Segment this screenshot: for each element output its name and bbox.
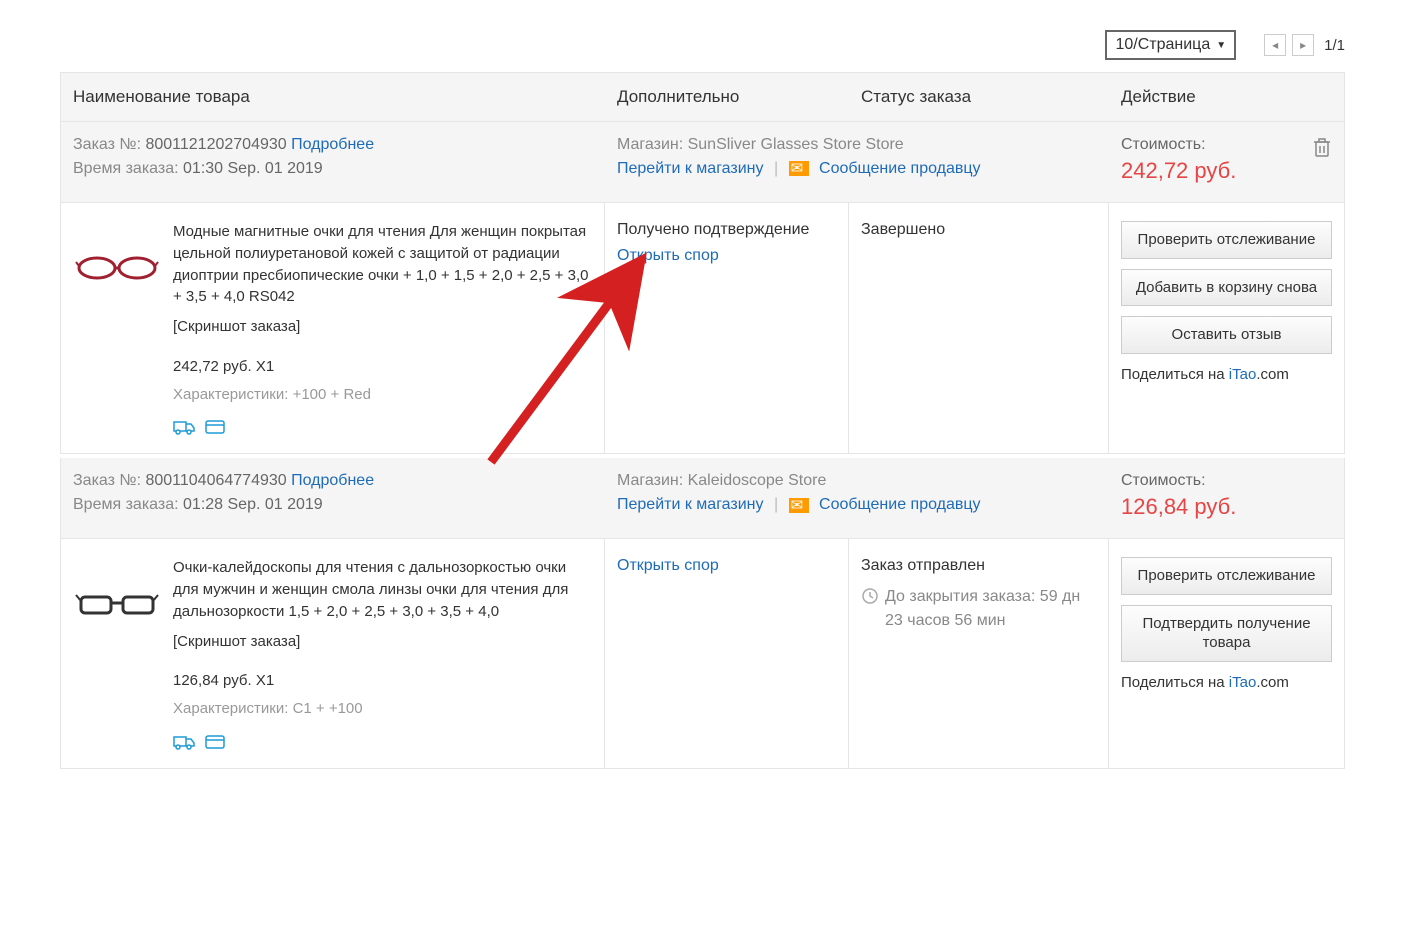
track-button[interactable]: Проверить отслеживание bbox=[1121, 557, 1332, 595]
track-button[interactable]: Проверить отслеживание bbox=[1121, 221, 1332, 259]
order-cost: Стоимость: 126,84 руб. bbox=[1109, 458, 1344, 538]
order-cost: Стоимость: 242,72 руб. bbox=[1109, 122, 1344, 202]
order-no-label: Заказ №: bbox=[73, 472, 145, 489]
cost-label: Стоимость: bbox=[1121, 136, 1236, 154]
store-label: Магазин: bbox=[617, 472, 688, 489]
product-thumb[interactable] bbox=[73, 239, 161, 297]
review-button[interactable]: Оставить отзыв bbox=[1121, 316, 1332, 354]
store-name: Kaleidoscope Store bbox=[688, 472, 827, 489]
truck-icon bbox=[173, 734, 195, 750]
order-block: Заказ №: 8001104064774930 Подробнее Врем… bbox=[60, 458, 1345, 769]
order-more-link[interactable]: Подробнее bbox=[291, 472, 374, 489]
product-title[interactable]: Модные магнитные очки для чтения Для жен… bbox=[173, 221, 592, 308]
product-title[interactable]: Очки-калейдоскопы для чтения с дальнозор… bbox=[173, 557, 592, 622]
order-store: Магазин: Kaleidoscope Store Перейти к ма… bbox=[605, 458, 1109, 538]
mail-icon bbox=[789, 498, 809, 513]
open-dispute-link[interactable]: Открыть спор bbox=[617, 247, 836, 265]
order-header: Заказ №: 8001121202704930 Подробнее Врем… bbox=[61, 122, 1344, 203]
actions-cell: Проверить отслеживание Добавить в корзин… bbox=[1109, 203, 1344, 453]
col-extra: Дополнительно bbox=[605, 73, 849, 121]
topbar: 10/Страница ▼ ◂ ▸ 1/1 bbox=[60, 20, 1345, 72]
msg-seller-link[interactable]: Сообщение продавцу bbox=[819, 496, 981, 513]
chevron-down-icon: ▼ bbox=[1216, 40, 1226, 51]
pager-prev-button[interactable]: ◂ bbox=[1264, 34, 1286, 56]
status-cell: Завершено bbox=[849, 203, 1109, 453]
order-time-label: Время заказа: bbox=[73, 160, 183, 177]
confirm-button[interactable]: Подтвердить получение товара bbox=[1121, 605, 1332, 662]
order-id: 8001121202704930 bbox=[145, 136, 286, 153]
pager-label: 1/1 bbox=[1324, 37, 1345, 54]
price-qty: 242,72 руб. X1 bbox=[173, 356, 592, 378]
order-body: Очки-калейдоскопы для чтения с дальнозор… bbox=[61, 539, 1344, 768]
pager-next-button[interactable]: ▸ bbox=[1292, 34, 1314, 56]
per-page-label: 10/Страница bbox=[1115, 36, 1210, 54]
go-store-link[interactable]: Перейти к магазину bbox=[617, 160, 764, 177]
shipping-icons bbox=[173, 419, 592, 435]
order-id: 8001104064774930 bbox=[145, 472, 286, 489]
extra-cell: Получено подтверждение Открыть спор bbox=[605, 203, 849, 453]
cost-value: 242,72 руб. bbox=[1121, 158, 1236, 184]
trash-icon[interactable] bbox=[1312, 136, 1332, 162]
status-cell: Заказ отправлен До закрытия заказа: 59 д… bbox=[849, 539, 1109, 768]
cost-label: Стоимость: bbox=[1121, 472, 1236, 490]
clock-icon bbox=[861, 587, 879, 613]
order-header: Заказ №: 8001104064774930 Подробнее Врем… bbox=[61, 458, 1344, 539]
shipping-icons bbox=[173, 734, 592, 750]
order-store: Магазин: SunSliver Glasses Store Store П… bbox=[605, 122, 1109, 202]
order-block: Заказ №: 8001121202704930 Подробнее Врем… bbox=[60, 122, 1345, 454]
order-meta: Заказ №: 8001121202704930 Подробнее Врем… bbox=[61, 122, 605, 202]
status-countdown: До закрытия заказа: 59 дн 23 часов 56 ми… bbox=[861, 585, 1096, 633]
cost-value: 126,84 руб. bbox=[1121, 494, 1236, 520]
open-dispute-link[interactable]: Открыть спор bbox=[617, 557, 836, 575]
order-no-label: Заказ №: bbox=[73, 136, 145, 153]
card-icon bbox=[205, 419, 225, 435]
col-action: Действие bbox=[1109, 73, 1344, 121]
product-cell: Очки-калейдоскопы для чтения с дальнозор… bbox=[61, 539, 605, 768]
extra-line: Получено подтверждение bbox=[617, 221, 836, 239]
share-link[interactable]: Поделиться на iTao.com bbox=[1121, 366, 1332, 383]
snapshot-link[interactable]: [Скриншот заказа] bbox=[173, 316, 592, 338]
pager: ◂ ▸ 1/1 bbox=[1264, 34, 1345, 56]
order-time: 01:28 Sep. 01 2019 bbox=[183, 496, 323, 513]
col-status: Статус заказа bbox=[849, 73, 1109, 121]
order-more-link[interactable]: Подробнее bbox=[291, 136, 374, 153]
actions-cell: Проверить отслеживание Подтвердить получ… bbox=[1109, 539, 1344, 768]
separator: | bbox=[774, 496, 778, 513]
separator: | bbox=[774, 160, 778, 177]
product-thumb[interactable] bbox=[73, 575, 161, 633]
per-page-select[interactable]: 10/Страница ▼ bbox=[1105, 30, 1236, 60]
characteristics: Характеристики: C1 + +100 bbox=[173, 698, 592, 720]
go-store-link[interactable]: Перейти к магазину bbox=[617, 496, 764, 513]
store-label: Магазин: bbox=[617, 136, 688, 153]
order-body: Модные магнитные очки для чтения Для жен… bbox=[61, 203, 1344, 453]
mail-icon bbox=[789, 161, 809, 176]
product-cell: Модные магнитные очки для чтения Для жен… bbox=[61, 203, 605, 453]
card-icon bbox=[205, 734, 225, 750]
snapshot-link[interactable]: [Скриншот заказа] bbox=[173, 631, 592, 653]
extra-cell: Открыть спор bbox=[605, 539, 849, 768]
order-time: 01:30 Sep. 01 2019 bbox=[183, 160, 323, 177]
order-meta: Заказ №: 8001104064774930 Подробнее Врем… bbox=[61, 458, 605, 538]
order-time-label: Время заказа: bbox=[73, 496, 183, 513]
status-main: Завершено bbox=[861, 221, 1096, 239]
characteristics: Характеристики: +100 + Red bbox=[173, 384, 592, 406]
price-qty: 126,84 руб. X1 bbox=[173, 670, 592, 692]
store-name: SunSliver Glasses Store Store bbox=[688, 136, 904, 153]
status-main: Заказ отправлен bbox=[861, 557, 1096, 575]
share-link[interactable]: Поделиться на iTao.com bbox=[1121, 674, 1332, 691]
truck-icon bbox=[173, 419, 195, 435]
msg-seller-link[interactable]: Сообщение продавцу bbox=[819, 160, 981, 177]
table-header: Наименование товара Дополнительно Статус… bbox=[60, 72, 1345, 122]
col-name: Наименование товара bbox=[61, 73, 605, 121]
add-cart-button[interactable]: Добавить в корзину снова bbox=[1121, 269, 1332, 307]
